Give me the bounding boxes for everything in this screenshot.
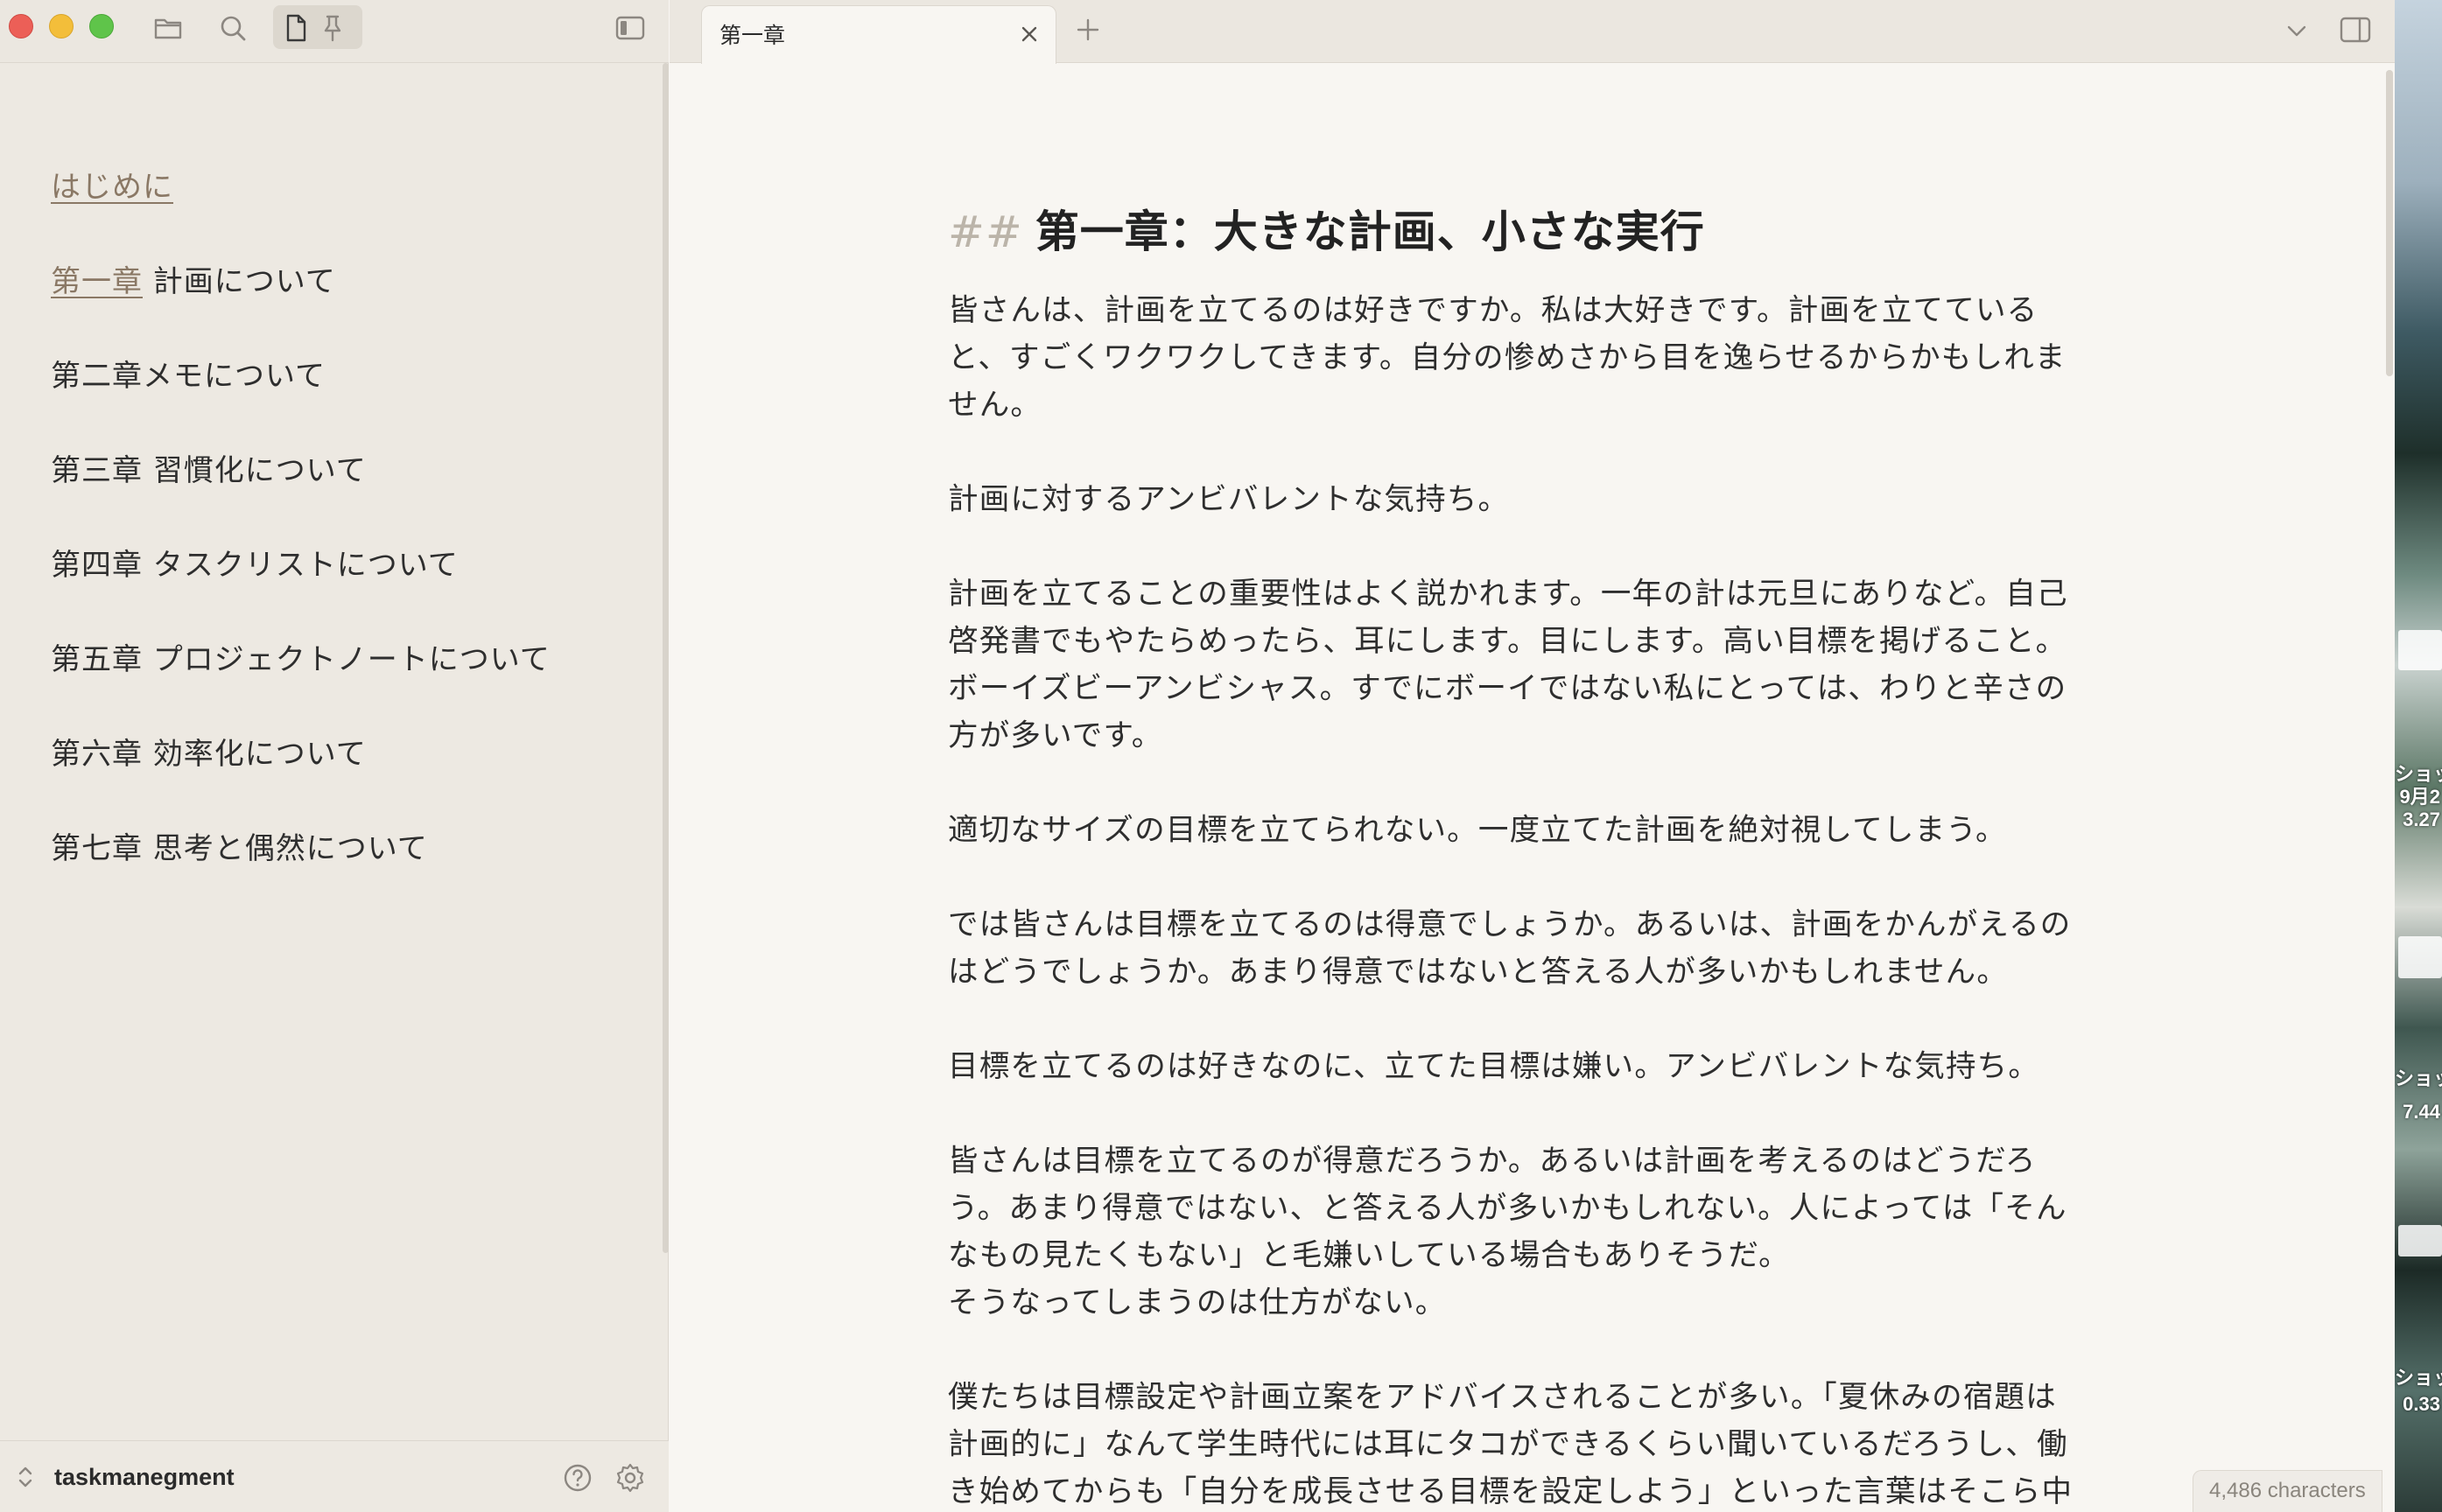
text-line: ボーイズビーアンビシャス。すでにボーイではない私にとっては、わりと辛さの xyxy=(948,671,2067,706)
list-item[interactable]: 第一章 計画について xyxy=(51,257,336,300)
tab-title: 第一章 xyxy=(719,24,786,48)
paragraph[interactable]: 計画を立てることの重要性はよく説かれます。一年の計は元旦にありなど。自己 啓発書… xyxy=(948,570,2112,760)
text-line: 計画を立てることの重要性はよく説かれます。一年の計は元旦にありなど。自己 xyxy=(948,577,2068,612)
text-line: と、すごくワクワクしてきます。自分の惨めさから目を逸らせるからかもしれま xyxy=(948,340,2067,375)
vault-name[interactable]: taskmanegment xyxy=(54,1464,235,1491)
right-sidebar-toggle-icon[interactable] xyxy=(2338,12,2373,47)
folder-icon[interactable] xyxy=(152,12,184,44)
text-line: 僕たちは目標設定や計画立案をアドバイスされることが多い。「夏休みの宿題は xyxy=(948,1380,2057,1415)
desktop-label: ショッ xyxy=(2395,763,2442,785)
desktop-label: 3.27 xyxy=(2403,808,2440,830)
text-line: 皆さんは、計画を立てるのは好きですか。私は大好きです。計画を立てている xyxy=(948,293,2039,328)
paragraph[interactable]: では皆さんは目標を立てるのは得意でしょうか。あるいは、計画をかんがえるの はどう… xyxy=(948,901,2112,996)
window-maximize-button[interactable] xyxy=(89,14,114,38)
text-line: 啓発書でもやたらめったら、耳にします。目にします。高い目標を掲げること。 xyxy=(948,624,2067,659)
sidebar-footer: taskmanegment xyxy=(0,1440,669,1512)
window-minimize-button[interactable] xyxy=(49,14,74,38)
list-item[interactable]: 第三章 習慣化について xyxy=(51,446,367,489)
text-line: なもの見たくもない」と毛嫌いしている場合もありそうだ。 xyxy=(948,1238,1790,1273)
list-item-label: 第二章メモについて xyxy=(51,359,326,394)
list-item[interactable]: 第四章 タスクリストについて xyxy=(51,541,459,584)
text-line: き始めてからも「自分を成長させる目標を設定しよう」といった言葉はそこら中 xyxy=(948,1474,2074,1509)
desktop-thumbnail[interactable] xyxy=(2398,936,2442,978)
paragraph[interactable]: 目標を立てるのは好きなのに、立てた目標は嫌い。アンビバレントな気持ち。 xyxy=(948,1043,2112,1090)
desktop-background: ショッ 9月2 3.27 ショッ 7.44 ショッ 0.33 xyxy=(2395,0,2442,1512)
sidebar-scrollbar[interactable] xyxy=(663,63,669,1253)
list-item[interactable]: 第七章 思考と偶然について xyxy=(51,824,428,867)
sidebar-toggle-icon[interactable] xyxy=(614,12,646,44)
text-line: 目標を立てるのは好きなのに、立てた目標は嫌い。アンビバレントな気持ち。 xyxy=(948,1049,2040,1084)
editor-scrollbar[interactable] xyxy=(2386,70,2393,376)
paragraph[interactable]: 僕たちは目標設定や計画立案をアドバイスされることが多い。「夏休みの宿題は 計画的… xyxy=(948,1374,2112,1512)
paragraph[interactable]: 皆さんは、計画を立てるのは好きですか。私は大好きです。計画を立てている と、すご… xyxy=(948,287,2112,429)
list-item-label: 第六章 効率化について xyxy=(51,737,367,772)
search-icon[interactable] xyxy=(217,12,249,44)
paragraph[interactable]: 皆さんは目標を立てるのが得意だろうか。あるいは計画を考えるのはどうだろ う。あま… xyxy=(948,1138,2112,1326)
tab-active[interactable]: 第一章 xyxy=(701,5,1056,64)
internal-link[interactable]: はじめに xyxy=(51,170,173,205)
markdown-editor[interactable]: ## 第一章：大きな計画、小さな実行 皆さんは、計画を立てるのは好きですか。私は大… xyxy=(948,201,2112,1512)
list-item[interactable]: 第五章 プロジェクトノートについて xyxy=(51,635,551,678)
window-close-button[interactable] xyxy=(9,14,33,38)
help-icon[interactable] xyxy=(562,1462,593,1494)
list-item[interactable]: 第二章メモについて xyxy=(51,352,326,395)
list-item-label: 第四章 タスクリストについて xyxy=(51,548,459,583)
desktop-thumbnail[interactable] xyxy=(2398,1225,2442,1256)
text-line: う。あまり得意ではない、と答える人が多いかもしれない。人によっては「そん xyxy=(948,1191,2067,1226)
text-line: 適切なサイズの目標を立てられない。一度立てた計画を絶対視してしまう。 xyxy=(948,813,2007,848)
desktop-label: 9月2 xyxy=(2399,786,2440,808)
chevron-down-icon[interactable] xyxy=(2282,16,2312,46)
screen: ショッ 9月2 3.27 ショッ 7.44 ショッ 0.33 xyxy=(0,0,2442,1512)
main-editor-area: 第一章 ## 第一章：大きな計画、小さな実行 皆さんは、計画を立てるのは好きです… xyxy=(670,0,2395,1512)
list-item-label: 計画について xyxy=(143,264,336,299)
paragraph[interactable]: 計画に対するアンビバレントな気持ち。 xyxy=(948,476,2112,523)
text-line: はどうでしょうか。あまり得意ではないと答える人が多いかもしれません。 xyxy=(948,955,2009,990)
character-count: 4,486 characters xyxy=(2209,1479,2366,1502)
desktop-label: 7.44 xyxy=(2403,1101,2440,1123)
list-item-label: 第七章 思考と偶然について xyxy=(51,831,428,866)
text-line: 方が多いです。 xyxy=(948,718,1163,753)
heading-text: 第一章：大きな計画、小さな実行 xyxy=(1035,206,1705,257)
heading-marker: ## xyxy=(948,206,1023,257)
paragraph[interactable]: 適切なサイズの目標を立てられない。一度立てた計画を絶対視してしまう。 xyxy=(948,807,2112,854)
text-line: 計画的に」なんて学生時代には耳にタコができるくらい聞いているだろうし、働 xyxy=(948,1427,2068,1462)
desktop-label: ショッ xyxy=(2395,1367,2442,1389)
text-line: そうなってしまうのは仕方がない。 xyxy=(948,1285,1447,1320)
close-icon[interactable] xyxy=(1017,22,1042,46)
list-item[interactable]: はじめに xyxy=(51,163,173,206)
desktop-label: 0.33 xyxy=(2403,1393,2440,1415)
list-item[interactable]: 第六章 効率化について xyxy=(51,730,367,773)
list-item-label: 第三章 習慣化について xyxy=(51,453,367,488)
left-sidebar: はじめに 第一章 計画について 第二章メモについて 第三章 習慣化について 第四… xyxy=(0,0,669,1512)
text-line: では皆さんは目標を立てるのは得意でしょうか。あるいは、計画をかんがえるの xyxy=(948,907,2072,942)
text-line: 計画に対するアンビバレントな気持ち。 xyxy=(948,482,1510,517)
plus-icon[interactable] xyxy=(1072,14,1104,46)
app-window: はじめに 第一章 計画について 第二章メモについて 第三章 習慣化について 第四… xyxy=(0,0,2395,1512)
file-icon[interactable] xyxy=(280,12,312,44)
document-heading[interactable]: ## 第一章：大きな計画、小さな実行 xyxy=(948,201,2112,262)
text-line: せん。 xyxy=(948,388,1042,423)
internal-link[interactable]: 第一章 xyxy=(51,264,143,299)
pin-icon[interactable] xyxy=(317,12,348,44)
desktop-thumbnail[interactable] xyxy=(2398,630,2442,670)
sidebar-toolbar xyxy=(0,0,669,63)
list-item-label: 第五章 プロジェクトノートについて xyxy=(51,642,551,677)
status-bar: 4,486 characters xyxy=(2193,1470,2382,1512)
text-line: 皆さんは目標を立てるのが得意だろうか。あるいは計画を考えるのはどうだろ xyxy=(948,1144,2037,1179)
vault-switcher-chevron-icon[interactable] xyxy=(16,1464,35,1490)
gear-icon[interactable] xyxy=(614,1462,646,1494)
desktop-label: ショッ xyxy=(2395,1068,2442,1089)
tab-bar: 第一章 xyxy=(670,0,2395,64)
